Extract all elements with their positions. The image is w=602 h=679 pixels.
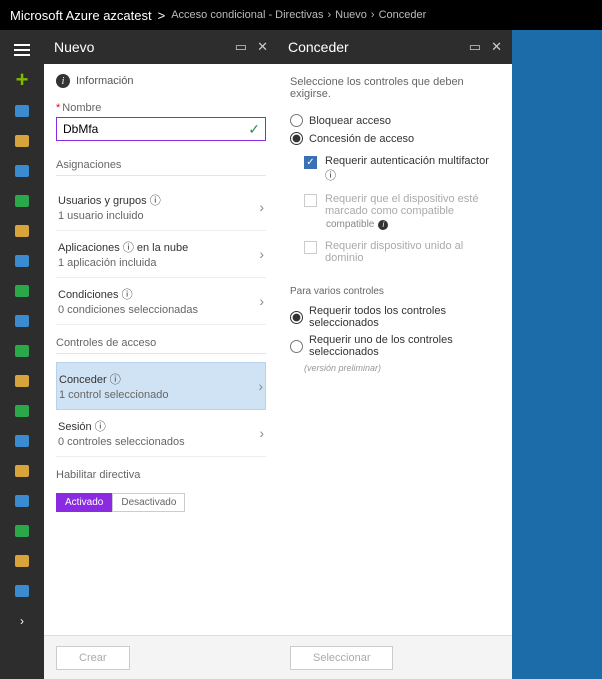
preview-note: (versión preliminar) [304, 363, 500, 373]
enable-policy-header: Habilitar directiva [56, 469, 266, 485]
chevron-right-icon: › [259, 293, 264, 309]
multi-controls-header: Para varios controles [290, 286, 500, 297]
crumb-1[interactable]: Nuevo [335, 9, 367, 21]
blade-conceder: Conceder ▭ ✕ Seleccione los controles qu… [278, 30, 512, 679]
crumb-0[interactable]: Acceso condicional - Directivas [171, 9, 323, 21]
blade-conceder-title: Conceder [288, 39, 349, 55]
hamburger-icon[interactable] [0, 36, 44, 64]
create-button[interactable]: Crear [56, 646, 130, 670]
info-row: i Información [56, 74, 266, 88]
checkbox-require-domain-joined: Requerir dispositivo unido al dominio [304, 240, 500, 264]
new-resource-button[interactable]: + [0, 64, 44, 96]
dashboard-icon[interactable] [0, 96, 44, 126]
person-icon[interactable] [0, 576, 44, 606]
maximize-icon[interactable]: ▭ [235, 39, 247, 55]
bolt-icon[interactable] [0, 216, 44, 246]
cloud-icon[interactable] [0, 486, 44, 516]
blade-nuevo-footer: Crear [44, 635, 278, 679]
blade-conceder-header: Conceder ▭ ✕ [278, 30, 512, 64]
cube-icon[interactable] [0, 156, 44, 186]
drop-icon[interactable] [0, 276, 44, 306]
grant-intro: Seleccione los controles que deben exigi… [290, 76, 500, 100]
info-icon: i [56, 74, 70, 88]
checkbox-require-mfa[interactable]: ✓Requerir autenticación multifactor ⓘ [304, 155, 500, 183]
rail-expand-chevron[interactable]: › [0, 606, 44, 636]
blade-nuevo-title: Nuevo [54, 39, 94, 55]
top-bar: Microsoft Azure azcatest > Acceso condic… [0, 0, 602, 30]
name-label: *Nombre [56, 102, 266, 114]
checkbox-require-compliant-device: Requerir que el dispositivo esté marcado… [304, 193, 500, 217]
toggle-on[interactable]: Activado [56, 493, 112, 512]
chevron-right-icon: › [258, 378, 263, 394]
blade-nuevo: Nuevo ▭ ✕ i Información *Nombre ✓ Asigna… [44, 30, 278, 679]
net-icon[interactable] [0, 396, 44, 426]
valid-check-icon: ✓ [248, 121, 260, 138]
shield1-icon[interactable] [0, 426, 44, 456]
chevron-right-icon: › [259, 246, 264, 262]
toggle-off[interactable]: Desactivado [112, 493, 185, 512]
left-rail: + › [0, 30, 44, 679]
globe-icon[interactable] [0, 186, 44, 216]
breadcrumb: Acceso condicional - Directivas›Nuevo›Co… [171, 9, 426, 21]
db-icon[interactable] [0, 246, 44, 276]
tenant: azcatest [100, 8, 152, 23]
info-dot-icon: i [378, 220, 388, 230]
blade-conceder-footer: Seleccionar [278, 635, 512, 679]
brand-bold: Azure [66, 8, 100, 23]
name-input[interactable] [56, 117, 266, 141]
compliant-hint: compatiblei [326, 219, 500, 230]
enable-toggle[interactable]: Activado Desactivado [56, 493, 266, 512]
access-controls-header: Controles de acceso [56, 337, 266, 354]
list-item[interactable]: Aplicaciones ⓘ en la nube1 aplicación in… [56, 231, 266, 278]
monitor-icon[interactable] [0, 306, 44, 336]
diamond-icon[interactable] [0, 336, 44, 366]
radio-require-one[interactable]: Requerir uno de los controles selecciona… [290, 334, 500, 358]
brand-chevron: > [158, 8, 166, 23]
close-icon[interactable]: ✕ [257, 39, 268, 55]
crumb-2[interactable]: Conceder [379, 9, 427, 21]
brand: Microsoft Azure azcatest [10, 8, 152, 23]
list-item[interactable]: Conceder ⓘ1 control seleccionado› [56, 362, 266, 410]
radio-require-all[interactable]: Requerir todos los controles seleccionad… [290, 305, 500, 329]
brand-prefix: Microsoft [10, 8, 66, 23]
chevron-right-icon: › [259, 199, 264, 215]
list-item[interactable]: Condiciones ⓘ0 condiciones seleccionadas… [56, 278, 266, 325]
card-icon[interactable] [0, 366, 44, 396]
chevron-right-icon: › [259, 425, 264, 441]
grid-icon[interactable] [0, 126, 44, 156]
info-label: Información [76, 75, 133, 87]
close-icon[interactable]: ✕ [491, 39, 502, 55]
gauge-icon[interactable] [0, 456, 44, 486]
maximize-icon[interactable]: ▭ [469, 39, 481, 55]
blade-nuevo-header: Nuevo ▭ ✕ [44, 30, 278, 64]
select-button[interactable]: Seleccionar [290, 646, 393, 670]
radio-grant-access[interactable]: Concesión de acceso [290, 132, 500, 145]
list-item[interactable]: Sesión ⓘ0 controles seleccionados› [56, 410, 266, 457]
assignments-header: Asignaciones [56, 159, 266, 176]
radio-block-access[interactable]: Bloquear acceso [290, 114, 500, 127]
list-item[interactable]: Usuarios y grupos ⓘ1 usuario incluido› [56, 184, 266, 231]
ring-icon[interactable] [0, 546, 44, 576]
shield2-icon[interactable] [0, 516, 44, 546]
